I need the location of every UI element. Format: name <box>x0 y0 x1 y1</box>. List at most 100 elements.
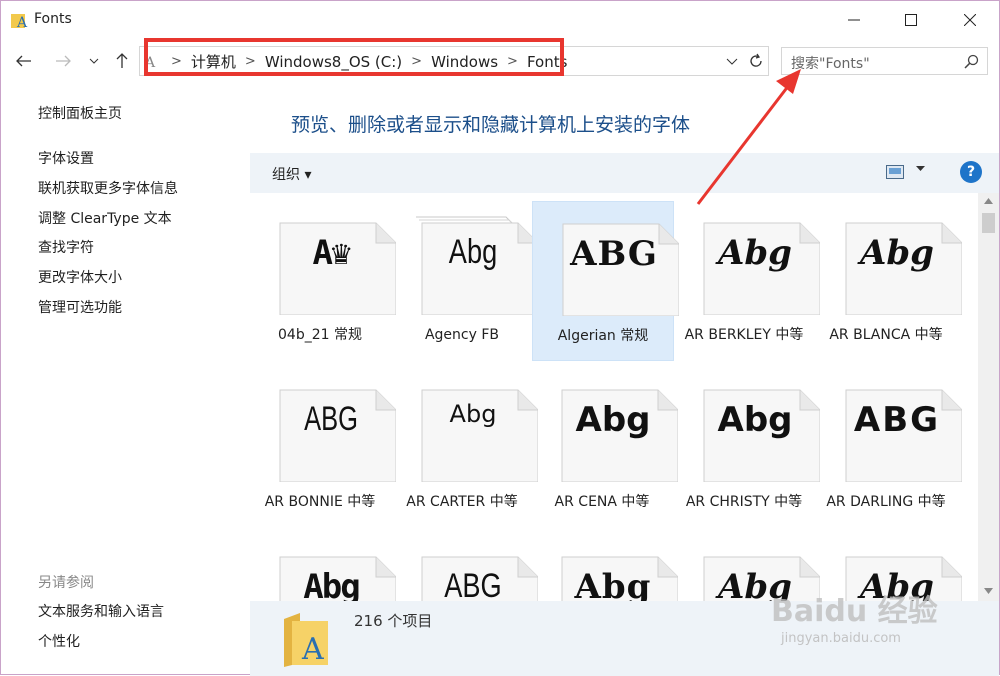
scroll-up-icon[interactable] <box>984 198 993 204</box>
font-item[interactable]: ABG AR DARLING 中等 <box>816 368 962 528</box>
sidebar: 控制面板主页 字体设置 联机获取更多字体信息 调整 ClearType 文本 查… <box>1 83 250 676</box>
font-family-stack-icon: Abg <box>414 215 538 315</box>
font-name-label: AR CARTER 中等 <box>406 494 518 510</box>
refresh-button[interactable] <box>743 46 769 76</box>
font-file-icon: Abg <box>696 382 820 482</box>
close-icon <box>964 14 976 26</box>
font-item[interactable]: ABG AR BONNIE 中等 <box>250 368 396 528</box>
help-button[interactable]: ? <box>960 161 982 183</box>
font-preview-glyph: ABG <box>570 234 658 274</box>
font-preview-glyph: Abg <box>860 233 934 273</box>
font-item[interactable]: Abg AR CHRISTY 中等 <box>674 368 820 528</box>
font-file-icon: ABG <box>272 382 396 482</box>
font-preview-glyph: Abg <box>448 233 498 271</box>
control-panel-home-link[interactable]: 控制面板主页 <box>38 103 122 123</box>
sidebar-link-text-services[interactable]: 文本服务和输入语言 <box>38 601 164 621</box>
font-item[interactable]: A♛ 04b_21 常规 <box>250 201 396 361</box>
svg-text:A: A <box>16 15 28 29</box>
search-box[interactable]: 搜索"Fonts" <box>781 47 988 75</box>
recent-locations-button[interactable] <box>81 49 107 73</box>
sidebar-link-cleartype[interactable]: 调整 ClearType 文本 <box>38 208 172 228</box>
font-name-label: Algerian 常规 <box>557 328 649 344</box>
font-preview-glyph: Abg <box>717 400 793 440</box>
font-preview-glyph: Abg <box>718 233 792 273</box>
font-preview-glyph: ABG <box>304 400 358 438</box>
scrollbar-thumb[interactable] <box>982 213 995 233</box>
font-file-icon: A♛ <box>272 215 396 315</box>
watermark-logo: Baidu 经验 <box>771 594 938 629</box>
font-file-icon: Abg <box>554 549 678 601</box>
font-name-label: Agency FB <box>424 327 500 343</box>
search-icon[interactable] <box>964 54 979 69</box>
fonts-window: A Fonts A > 计算机 > Windows8_OS (C:) > Win… <box>0 0 1000 676</box>
up-button[interactable] <box>109 49 135 73</box>
font-grid: A♛ 04b_21 常规 Abg Agency FB ABG Algerian 常规 Abg… <box>250 193 978 601</box>
maximize-icon <box>905 14 917 26</box>
font-item[interactable]: Abg <box>250 535 396 601</box>
font-file-icon: Abg <box>696 215 820 315</box>
font-item[interactable]: Abg AR BLANCA 中等 <box>816 201 962 361</box>
chevron-down-icon[interactable] <box>916 166 925 172</box>
item-count: 216 个项目 <box>354 612 433 630</box>
font-file-icon: Abg <box>838 215 962 315</box>
font-preview-glyph: Abg <box>575 400 651 440</box>
window-title: Fonts <box>34 11 72 27</box>
font-preview-glyph: Abg <box>574 567 652 601</box>
font-name-label: AR DARLING 中等 <box>826 494 946 510</box>
font-name-label: 04b_21 常规 <box>278 327 362 343</box>
font-preview-glyph: ABG <box>444 567 502 601</box>
vertical-scrollbar[interactable] <box>978 193 999 601</box>
address-highlight-box <box>144 38 564 76</box>
sidebar-link-font-settings[interactable]: 字体设置 <box>38 148 94 168</box>
up-arrow-icon <box>116 53 128 68</box>
sidebar-link-find-character[interactable]: 查找字符 <box>38 237 94 257</box>
font-preview-glyph: Abg <box>449 400 497 428</box>
chevron-down-icon <box>726 58 738 65</box>
font-file-icon: ABG <box>555 216 679 316</box>
font-name-label: AR BLANCA 中等 <box>829 327 943 343</box>
font-name-label: AR CHRISTY 中等 <box>685 494 803 510</box>
forward-button[interactable] <box>50 49 76 73</box>
font-item[interactable]: ABG <box>392 535 538 601</box>
font-preview-glyph: Abg <box>303 567 360 601</box>
font-file-icon: Abg <box>272 549 396 601</box>
font-item[interactable]: Abg AR BERKLEY 中等 <box>674 201 820 361</box>
address-history-button[interactable] <box>726 53 738 72</box>
back-arrow-icon <box>16 55 31 67</box>
font-item[interactable]: Abg <box>532 535 678 601</box>
font-item[interactable]: ABG Algerian 常规 <box>532 201 679 361</box>
font-name-label: AR BERKLEY 中等 <box>684 327 804 343</box>
forward-arrow-icon <box>56 55 71 67</box>
font-name-label: AR CENA 中等 <box>554 494 650 510</box>
page-heading: 预览、删除或者显示和隐藏计算机上安装的字体 <box>291 114 691 136</box>
font-item[interactable]: Abg Agency FB <box>392 201 538 361</box>
refresh-icon <box>750 53 762 67</box>
fonts-folder-large-icon: A <box>284 613 328 667</box>
minimize-button[interactable] <box>830 1 878 39</box>
sidebar-link-personalization[interactable]: 个性化 <box>38 631 80 651</box>
font-item[interactable]: Abg AR CENA 中等 <box>532 368 678 528</box>
search-input[interactable]: 搜索"Fonts" <box>791 53 870 73</box>
sidebar-link-change-font-size[interactable]: 更改字体大小 <box>38 267 122 287</box>
maximize-button[interactable] <box>887 1 935 39</box>
watermark-url: jingyan.baidu.com <box>781 631 901 646</box>
view-options-icon[interactable] <box>886 165 904 179</box>
title-bar: A Fonts <box>1 1 999 39</box>
sidebar-link-online-fonts[interactable]: 联机获取更多字体信息 <box>38 178 178 198</box>
see-also-heading: 另请参阅 <box>38 575 94 591</box>
sidebar-link-optional-features[interactable]: 管理可选功能 <box>38 297 122 317</box>
font-preview-glyph: ABG <box>853 400 941 440</box>
back-button[interactable] <box>11 49 37 73</box>
fonts-folder-icon: A <box>11 14 28 29</box>
chevron-down-icon <box>89 58 99 64</box>
command-bar: 组织 ▾ ? <box>250 153 999 193</box>
font-file-icon: Abg <box>554 382 678 482</box>
close-button[interactable] <box>946 1 994 39</box>
organize-menu-button[interactable]: 组织 ▾ <box>272 164 311 184</box>
scroll-down-icon[interactable] <box>984 588 993 594</box>
svg-text:A: A <box>301 632 324 667</box>
font-name-label: AR BONNIE 中等 <box>264 494 376 510</box>
font-file-icon: ABG <box>414 549 538 601</box>
font-item[interactable]: Abg AR CARTER 中等 <box>392 368 538 528</box>
font-file-icon: Abg <box>414 382 538 482</box>
